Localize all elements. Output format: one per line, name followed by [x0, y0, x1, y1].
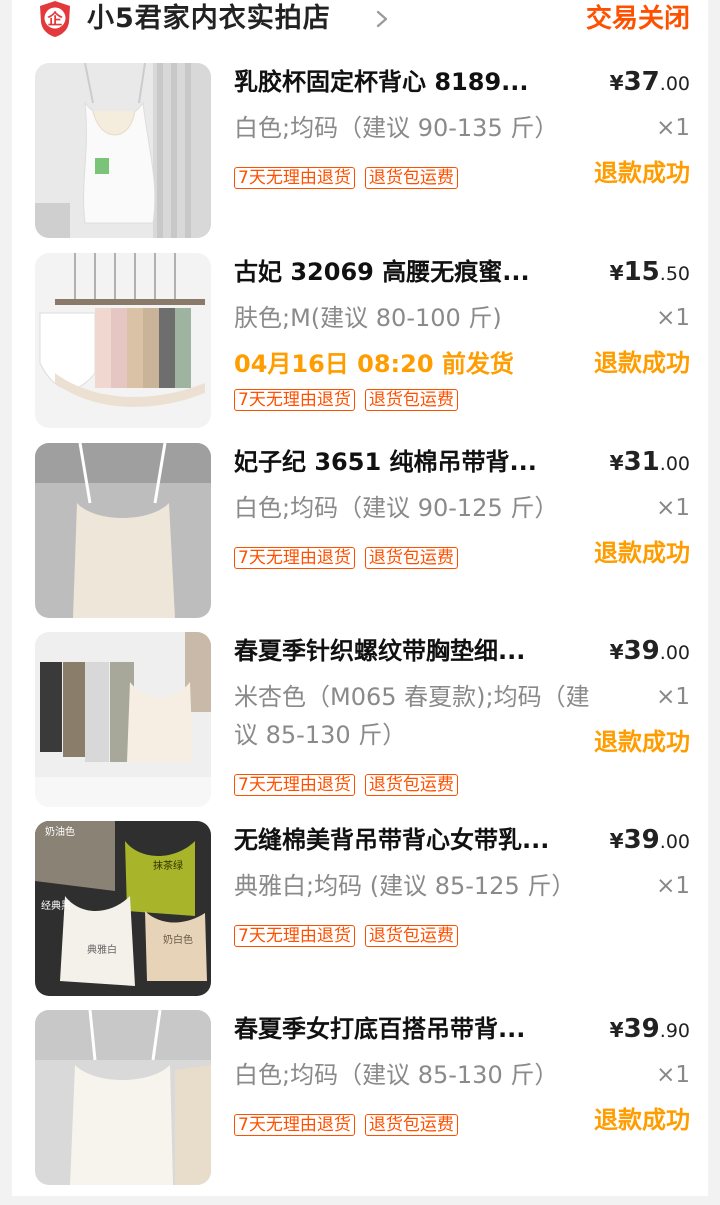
tag-7day-return: 7天无理由退货 [234, 389, 355, 411]
product-price: ¥15.50 [609, 257, 690, 287]
thumb-color-label: 奶油色 [45, 825, 75, 838]
badge-text: 企 [46, 10, 63, 28]
tag-7day-return: 7天无理由退货 [234, 547, 355, 569]
service-tags: 7天无理由退货 退货包运费 [234, 547, 468, 569]
service-tags: 7天无理由退货 退货包运费 [234, 167, 468, 189]
shop-name[interactable]: 小5君家内衣实拍店 [87, 0, 331, 40]
service-tags: 7天无理由退货 退货包运费 [234, 389, 468, 411]
product-quantity: ×1 [656, 115, 690, 141]
product-price: ¥31.00 [609, 447, 690, 477]
thumb-color-label: 抹茶绿 [153, 859, 183, 872]
product-spec: 米杏色（M065 春夏款);均码（建议 85-130 斤） [234, 683, 590, 749]
refund-status[interactable]: 退款成功 [594, 722, 690, 757]
tag-free-return-shipping: 退货包运费 [364, 167, 458, 189]
product-price: ¥39.90 [609, 1014, 690, 1044]
product-title[interactable]: 春夏季女打底百搭吊带背... [234, 1012, 584, 1046]
tag-free-return-shipping: 退货包运费 [364, 925, 458, 947]
ship-deadline: 04月16日 08:20 前发货 [234, 350, 514, 378]
thumb-color-label: 奶白色 [163, 933, 193, 946]
product-thumbnail[interactable] [35, 632, 211, 807]
service-tags: 7天无理由退货 退货包运费 [234, 1114, 468, 1136]
product-price: ¥39.00 [609, 636, 690, 666]
product-title[interactable]: 乳胶杯固定杯背心 8189... [234, 65, 584, 99]
tag-7day-return: 7天无理由退货 [234, 167, 355, 189]
tag-free-return-shipping: 退货包运费 [364, 389, 458, 411]
tag-free-return-shipping: 退货包运费 [364, 774, 458, 796]
product-price: ¥39.00 [609, 825, 690, 855]
refund-status[interactable]: 退款成功 [594, 153, 690, 188]
product-title[interactable]: 无缝棉美背吊带背心女带乳... [234, 823, 594, 857]
order-status: 交易关闭 [585, 4, 690, 34]
product-thumbnail[interactable] [35, 443, 211, 618]
tag-free-return-shipping: 退货包运费 [364, 1114, 458, 1136]
card-bottom-gap [12, 1196, 708, 1205]
product-thumbnail[interactable]: 奶油色 抹茶绿 经典黑 典雅白 奶白色 [35, 821, 211, 996]
order-item[interactable]: 妃子纪 3651 纯棉吊带背... 白色;均码（建议 90-125 斤） 7天无… [12, 443, 708, 619]
product-quantity: ×1 [656, 684, 690, 710]
product-quantity: ×1 [656, 305, 690, 331]
order-card: 企 小5君家内衣实拍店 交易关闭 乳胶杯固定杯背心 8189... 白色;均码（… [12, 0, 708, 1205]
refund-status[interactable]: 退款成功 [594, 343, 690, 378]
tag-free-return-shipping: 退货包运费 [364, 547, 458, 569]
product-quantity: ×1 [656, 873, 690, 899]
product-spec: 白色;均码（建议 85-130 斤） [234, 1061, 559, 1089]
product-thumbnail[interactable] [35, 253, 211, 428]
refund-status[interactable]: 退款成功 [594, 1100, 690, 1135]
thumb-color-label: 经典黑 [41, 899, 71, 912]
chevron-right-icon[interactable] [374, 8, 390, 30]
product-thumbnail[interactable] [35, 63, 211, 238]
service-tags: 7天无理由退货 退货包运费 [234, 925, 468, 947]
order-item[interactable]: 乳胶杯固定杯背心 8189... 白色;均码（建议 90-135 斤） 7天无理… [12, 63, 708, 239]
order-item[interactable]: 春夏季针织螺纹带胸垫细... 米杏色（M065 春夏款);均码（建议 85-13… [12, 632, 708, 808]
order-item[interactable]: 奶油色 抹茶绿 经典黑 典雅白 奶白色 无缝棉美背吊带背心女带乳... 典雅白;… [12, 821, 708, 997]
product-quantity: ×1 [656, 1062, 690, 1088]
tag-7day-return: 7天无理由退货 [234, 774, 355, 796]
enterprise-shield-icon: 企 [40, 1, 70, 37]
product-price: ¥37.00 [609, 67, 690, 97]
product-spec: 白色;均码（建议 90-135 斤） [234, 114, 559, 142]
product-thumbnail[interactable] [35, 1010, 211, 1185]
tag-7day-return: 7天无理由退货 [234, 1114, 355, 1136]
product-spec: 白色;均码（建议 90-125 斤） [234, 494, 559, 522]
product-title[interactable]: 古妃 32069 高腰无痕蜜... [234, 255, 584, 289]
product-spec: 典雅白;均码 (建议 85-125 斤） [234, 872, 576, 900]
thumb-color-label: 典雅白 [87, 943, 117, 956]
product-quantity: ×1 [656, 495, 690, 521]
product-title[interactable]: 妃子纪 3651 纯棉吊带背... [234, 445, 584, 479]
product-title[interactable]: 春夏季针织螺纹带胸垫细... [234, 634, 584, 668]
order-item[interactable]: 春夏季女打底百搭吊带背... 白色;均码（建议 85-130 斤） 7天无理由退… [12, 1010, 708, 1186]
tag-7day-return: 7天无理由退货 [234, 925, 355, 947]
shop-header[interactable]: 企 小5君家内衣实拍店 交易关闭 [12, 0, 708, 40]
service-tags: 7天无理由退货 退货包运费 [234, 774, 468, 796]
order-item[interactable]: 古妃 32069 高腰无痕蜜... 肤色;M(建议 80-100 斤) 04月1… [12, 253, 708, 429]
product-spec: 肤色;M(建议 80-100 斤) [234, 304, 502, 332]
refund-status[interactable]: 退款成功 [594, 533, 690, 568]
